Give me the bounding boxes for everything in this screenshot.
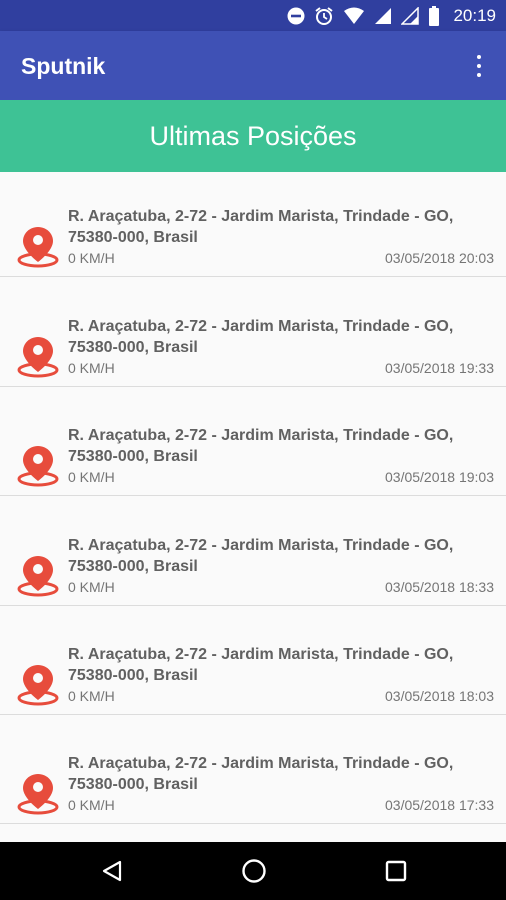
- position-datetime: 03/05/2018 19:03: [385, 469, 494, 485]
- recents-icon[interactable]: [381, 856, 411, 886]
- wifi-icon: [344, 7, 365, 24]
- section-banner: Ultimas Posições: [0, 100, 506, 172]
- signal-icon: [401, 7, 420, 25]
- location-pin-icon: [17, 446, 59, 487]
- back-icon[interactable]: [97, 856, 127, 886]
- do-not-disturb-icon: [287, 7, 305, 25]
- position-datetime: 03/05/2018 20:03: [385, 250, 494, 266]
- position-datetime: 03/05/2018 18:33: [385, 579, 494, 595]
- signal-icon: [375, 8, 392, 24]
- location-pin-icon: [17, 556, 59, 597]
- more-vert-icon[interactable]: [468, 53, 490, 79]
- list-item[interactable]: R. Araçatuba, 2-72 - Jardim Marista, Tri…: [0, 172, 506, 277]
- list-item[interactable]: R. Araçatuba, 2-72 - Jardim Marista, Tri…: [0, 715, 506, 824]
- app-title: Sputnik: [21, 53, 106, 79]
- position-speed: 0 KM/H: [68, 469, 115, 485]
- position-datetime: 03/05/2018 17:33: [385, 797, 494, 813]
- positions-list[interactable]: R. Araçatuba, 2-72 - Jardim Marista, Tri…: [0, 172, 506, 842]
- status-icons: 20:19: [287, 4, 496, 28]
- position-address: R. Araçatuba, 2-72 - Jardim Marista, Tri…: [68, 318, 454, 356]
- position-speed: 0 KM/H: [68, 250, 115, 266]
- location-pin-icon: [17, 665, 59, 706]
- list-item[interactable]: R. Araçatuba, 2-72 - Jardim Marista, Tri…: [0, 497, 506, 606]
- position-address: R. Araçatuba, 2-72 - Jardim Marista, Tri…: [68, 427, 454, 465]
- position-address: R. Araçatuba, 2-72 - Jardim Marista, Tri…: [68, 208, 454, 246]
- location-pin-icon: [17, 774, 59, 815]
- position-datetime: 03/05/2018 19:33: [385, 360, 494, 376]
- alarm-icon: [315, 7, 334, 25]
- position-address: R. Araçatuba, 2-72 - Jardim Marista, Tri…: [68, 646, 454, 684]
- position-speed: 0 KM/H: [68, 360, 115, 376]
- home-icon[interactable]: [239, 856, 269, 886]
- clock: 20:19: [453, 6, 496, 25]
- position-speed: 0 KM/H: [68, 797, 115, 813]
- position-address: R. Araçatuba, 2-72 - Jardim Marista, Tri…: [68, 537, 454, 575]
- location-pin-icon: [17, 337, 59, 378]
- section-title: Ultimas Posições: [149, 120, 357, 151]
- position-speed: 0 KM/H: [68, 688, 115, 704]
- list-item[interactable]: R. Araçatuba, 2-72 - Jardim Marista, Tri…: [0, 387, 506, 496]
- navigation-bar: [0, 842, 506, 900]
- status-bar: 20:19: [0, 0, 506, 31]
- position-speed: 0 KM/H: [68, 579, 115, 595]
- position-address: R. Araçatuba, 2-72 - Jardim Marista, Tri…: [68, 755, 454, 793]
- app-bar: Sputnik: [0, 31, 506, 100]
- list-item[interactable]: R. Araçatuba, 2-72 - Jardim Marista, Tri…: [0, 606, 506, 715]
- battery-icon: [429, 6, 440, 26]
- location-pin-icon: [17, 227, 59, 268]
- position-datetime: 03/05/2018 18:03: [385, 688, 494, 704]
- list-item[interactable]: R. Araçatuba, 2-72 - Jardim Marista, Tri…: [0, 278, 506, 387]
